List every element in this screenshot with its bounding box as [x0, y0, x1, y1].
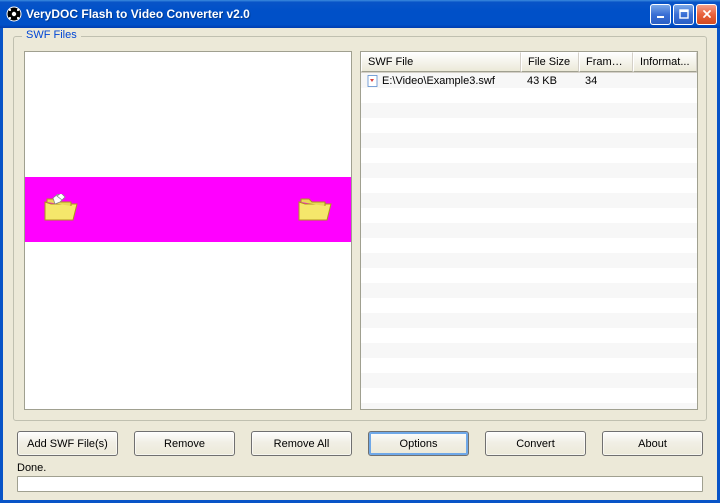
convert-button[interactable]: Convert	[485, 431, 586, 456]
column-file-size[interactable]: File Size	[521, 52, 579, 72]
table-row[interactable]: E:\Video\Example3.swf 43 KB 34	[361, 73, 697, 88]
cell-size: 43 KB	[527, 75, 557, 87]
group-label: SWF Files	[22, 29, 81, 41]
cell-path: E:\Video\Example3.swf	[382, 75, 495, 87]
progress-bar	[17, 476, 703, 492]
add-swf-button[interactable]: Add SWF File(s)	[17, 431, 118, 456]
maximize-button[interactable]	[673, 4, 694, 25]
status-text: Done.	[17, 462, 703, 474]
folder-icon	[297, 194, 333, 224]
remove-all-button[interactable]: Remove All	[251, 431, 352, 456]
list-header: SWF File File Size Frame ... Informat...	[361, 52, 697, 73]
minimize-button[interactable]	[650, 4, 671, 25]
cell-frame: 34	[585, 75, 597, 87]
swf-stage	[25, 177, 351, 242]
swf-file-icon	[367, 75, 379, 87]
swf-files-group: SWF Files	[13, 36, 707, 421]
client-area: SWF Files	[0, 28, 720, 503]
about-button[interactable]: About	[602, 431, 703, 456]
remove-button[interactable]: Remove	[134, 431, 235, 456]
file-list[interactable]: SWF File File Size Frame ... Informat...	[360, 51, 698, 410]
button-row: Add SWF File(s) Remove Remove All Option…	[13, 421, 707, 462]
row-stripes	[361, 73, 697, 409]
swf-preview	[24, 51, 352, 410]
column-frame[interactable]: Frame ...	[579, 52, 633, 72]
options-button[interactable]: Options	[368, 431, 469, 456]
column-swf-file[interactable]: SWF File	[361, 52, 521, 72]
folder-open-icon	[43, 194, 79, 224]
window-controls	[650, 4, 717, 25]
column-information[interactable]: Informat...	[633, 52, 697, 72]
list-body: E:\Video\Example3.swf 43 KB 34	[361, 73, 697, 409]
window-title: VeryDOC Flash to Video Converter v2.0	[26, 7, 650, 21]
titlebar: VeryDOC Flash to Video Converter v2.0	[0, 0, 720, 28]
status-area: Done.	[13, 462, 707, 494]
close-button[interactable]	[696, 4, 717, 25]
app-icon	[6, 6, 22, 22]
